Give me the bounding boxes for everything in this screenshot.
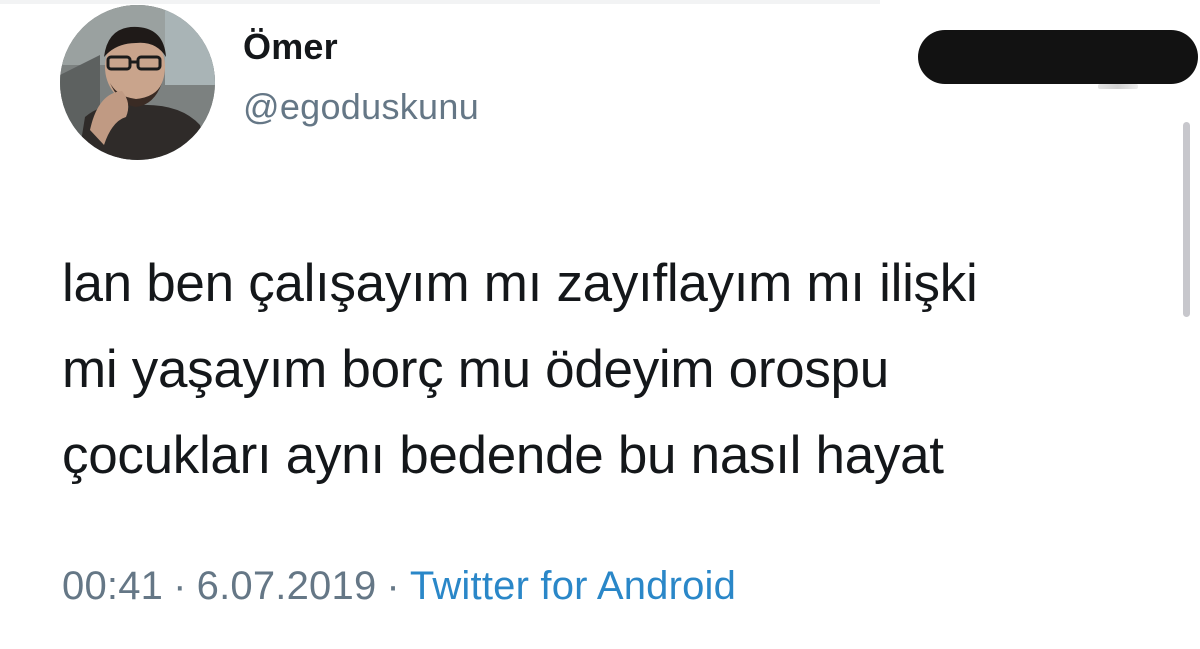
tweet-time[interactable]: 00:41 [62, 564, 163, 608]
scrollbar[interactable] [1183, 122, 1190, 317]
tweet-text: lan ben çalışayım mı zayıflayım mı ilişk… [62, 241, 1162, 499]
tweet-card: Ömer @egoduskunu lan ben çalışayım mı za… [0, 0, 1200, 649]
meta-separator: · [173, 564, 187, 608]
tweet-date[interactable]: 6.07.2019 [197, 564, 377, 608]
profile-photo-icon [60, 5, 215, 160]
avatar[interactable] [60, 5, 215, 160]
display-name[interactable]: Ömer [243, 26, 338, 68]
tweet-text-line: mi yaşayım borç mu ödeyim orospu [62, 340, 889, 399]
tweet-meta: 00:41 · 6.07.2019 · Twitter for Android [62, 564, 736, 609]
top-divider [0, 0, 880, 4]
username[interactable]: @egoduskunu [243, 86, 479, 128]
tweet-source-link[interactable]: Twitter for Android [410, 564, 736, 608]
redaction-edge [1098, 84, 1138, 89]
redacted-follow-button [918, 30, 1198, 84]
tweet-text-line: çocukları aynı bedende bu nasıl hayat [62, 426, 944, 485]
tweet-text-line: lan ben çalışayım mı zayıflayım mı ilişk… [62, 254, 978, 313]
meta-separator: · [386, 564, 400, 608]
